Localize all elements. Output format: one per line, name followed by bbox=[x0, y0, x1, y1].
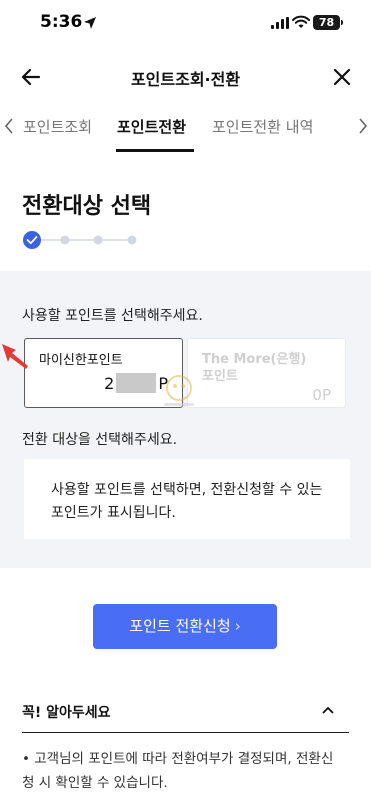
apply-button-label: 포인트 전환신청 bbox=[129, 617, 231, 635]
notice-accordion-header[interactable]: 꼭! 알아두세요 bbox=[22, 693, 349, 733]
point-card-title: The More(은행) 포인트 bbox=[202, 352, 307, 384]
target-placeholder-box: 사용할 포인트를 선택하면, 전환신청할 수 있는 포인트가 표시됩니다. bbox=[24, 459, 350, 539]
annotation-arrow-icon bbox=[2, 344, 28, 369]
page-title: 포인트조회·전환 bbox=[130, 70, 241, 89]
battery-icon: 78 bbox=[313, 15, 343, 30]
watermark-logo bbox=[164, 375, 194, 406]
step-title: 전환대상 선택 bbox=[22, 194, 152, 219]
chevron-up-icon[interactable] bbox=[321, 705, 335, 715]
select-target-label: 전환 대상을 선택해주세요. bbox=[22, 432, 178, 448]
point-card-title: 마이신한포인트 bbox=[39, 353, 123, 368]
step-4-dot bbox=[127, 235, 137, 245]
masked-balance bbox=[116, 373, 157, 393]
notice-body: • 고객님의 포인트에 따라 전환여부가 결정되며, 전환신청 시 확인할 수 … bbox=[22, 751, 334, 791]
step-2-dot bbox=[60, 235, 70, 245]
target-placeholder-text: 사용할 포인트를 선택하면, 전환신청할 수 있는 포인트가 표시됩니다. bbox=[51, 482, 323, 521]
status-bar: 5:36 78 bbox=[0, 0, 371, 46]
apply-conversion-button[interactable]: 포인트 전환신청 › bbox=[93, 604, 277, 649]
close-icon[interactable] bbox=[332, 67, 352, 87]
select-points-label: 사용할 포인트를 선택해주세요. bbox=[22, 308, 203, 324]
notice-title: 꼭! 알아두세요 bbox=[22, 705, 111, 721]
chevron-left-icon[interactable] bbox=[2, 116, 16, 136]
chevron-right-icon: › bbox=[234, 617, 241, 635]
tab-conversion-history[interactable]: 포인트전환 내역 bbox=[212, 116, 313, 137]
top-app-bar: 포인트조회·전환 bbox=[0, 56, 371, 100]
location-arrow-icon bbox=[84, 17, 96, 29]
tab-point-inquiry[interactable]: 포인트조회 bbox=[23, 116, 92, 137]
active-tab-indicator bbox=[116, 149, 194, 152]
wifi-icon bbox=[292, 15, 310, 28]
tab-point-conversion[interactable]: 포인트전환 bbox=[117, 116, 186, 137]
cellular-signal-icon bbox=[271, 17, 289, 29]
step-1-active bbox=[23, 231, 41, 249]
chevron-right-icon[interactable] bbox=[356, 116, 370, 136]
point-card-the-more[interactable]: The More(은행) 포인트 0P bbox=[187, 338, 346, 408]
tab-bar: 포인트조회 포인트전환 포인트전환 내역 bbox=[0, 108, 371, 154]
step-progress-indicator bbox=[23, 231, 137, 249]
step-3-dot bbox=[93, 235, 103, 245]
point-card-value: 0P bbox=[312, 386, 331, 404]
status-time: 5:36 bbox=[40, 12, 83, 32]
